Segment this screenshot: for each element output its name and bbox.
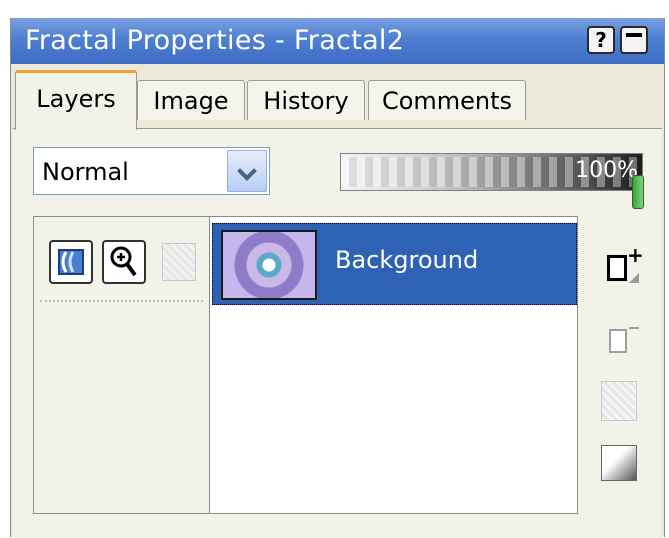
layer-tools-column bbox=[34, 217, 210, 513]
minimize-button[interactable] bbox=[620, 26, 648, 54]
minus-glyph bbox=[629, 327, 639, 329]
page-glyph bbox=[609, 329, 627, 353]
delete-layer-icon[interactable] bbox=[601, 321, 641, 361]
help-button[interactable]: ? bbox=[587, 26, 615, 54]
duplicate-layer-icon[interactable] bbox=[601, 381, 637, 421]
layer-name: Background bbox=[335, 246, 479, 274]
tab-comments[interactable]: Comments bbox=[368, 80, 526, 120]
tab-strip: Layers Image History Comments bbox=[11, 70, 664, 130]
page-glyph bbox=[607, 255, 627, 281]
plus-glyph: + bbox=[627, 243, 644, 267]
layers-panel: Normal 100% Background + bbox=[13, 128, 662, 538]
corner-glyph bbox=[629, 273, 639, 283]
opacity-value: 100% bbox=[575, 158, 638, 183]
layer-thumbnail bbox=[221, 230, 317, 300]
tab-layers[interactable]: Layers bbox=[15, 70, 137, 130]
layer-mask-icon[interactable] bbox=[162, 243, 196, 281]
window-title: Fractal Properties - Fractal2 bbox=[25, 25, 405, 56]
tab-image[interactable]: Image bbox=[137, 80, 245, 120]
new-layer-icon[interactable]: + bbox=[601, 243, 644, 287]
opacity-slider[interactable]: 100% bbox=[340, 153, 643, 191]
title-bar[interactable]: Fractal Properties - Fractal2 ? bbox=[11, 18, 664, 64]
zoom-icon[interactable] bbox=[102, 240, 146, 284]
layer-row-background[interactable]: Background bbox=[212, 223, 577, 305]
gradient-icon[interactable] bbox=[601, 445, 637, 481]
layer-visibility-icon[interactable] bbox=[49, 240, 93, 284]
blend-mode-select[interactable]: Normal bbox=[33, 147, 270, 195]
layer-list: Background bbox=[33, 216, 578, 514]
tools-divider bbox=[40, 300, 203, 302]
visibility-glyph bbox=[58, 249, 84, 275]
tab-history[interactable]: History bbox=[247, 80, 365, 120]
fractal-properties-window: Fractal Properties - Fractal2 ? Layers I… bbox=[10, 18, 665, 538]
blend-mode-value: Normal bbox=[42, 158, 129, 186]
chevron-down-icon[interactable] bbox=[227, 150, 267, 192]
magnifier-glyph bbox=[110, 246, 137, 277]
opacity-slider-handle[interactable] bbox=[632, 175, 644, 209]
